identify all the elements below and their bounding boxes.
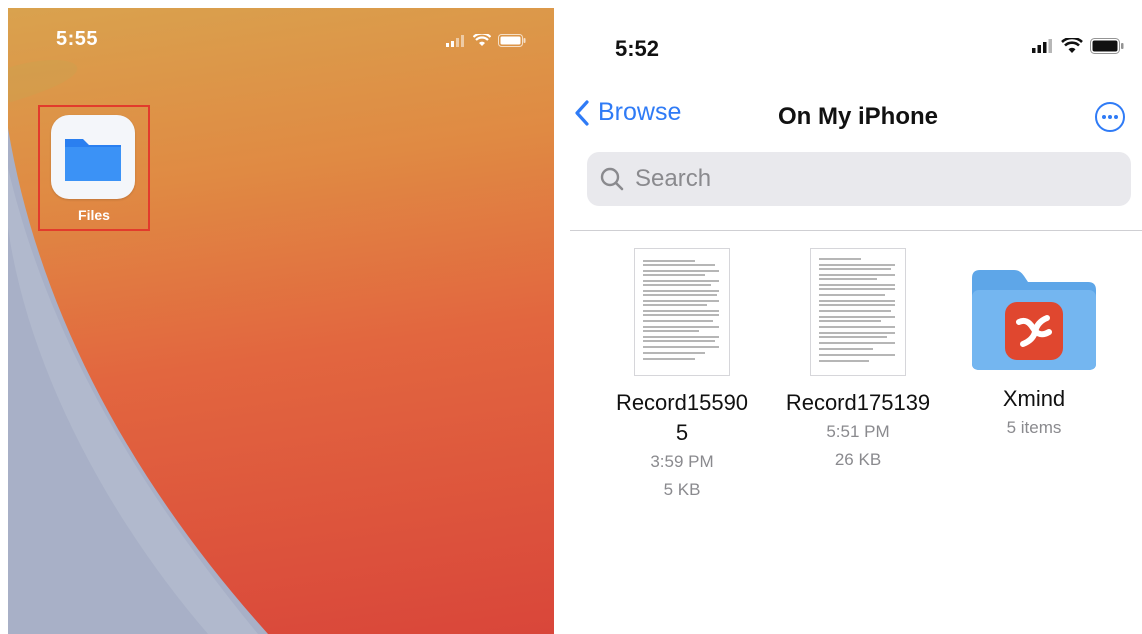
battery-icon — [498, 34, 526, 47]
file-item-record155905[interactable]: Record15590 5 3:59 PM 5 KB — [597, 248, 767, 504]
home-screen: 5:55 Files — [8, 8, 554, 634]
document-preview-icon — [643, 260, 719, 360]
xmind-logo-icon — [1005, 302, 1063, 360]
status-clock: 5:52 — [615, 36, 660, 61]
search-icon — [600, 167, 624, 191]
file-name-line1: Record15590 — [615, 390, 749, 415]
battery-icon — [1090, 38, 1124, 54]
divider — [570, 230, 1142, 231]
browse-back-button[interactable]: Browse — [574, 98, 681, 127]
signal-icon — [1032, 39, 1052, 53]
wallpaper — [8, 60, 268, 634]
signal-icon — [446, 34, 464, 47]
document-thumbnail — [810, 248, 906, 376]
file-name-line2: 5 — [675, 420, 689, 445]
search-bar[interactable] — [587, 152, 1131, 206]
folder-thumbnail — [970, 268, 1098, 372]
folder-item-xmind[interactable]: Xmind 5 items — [949, 248, 1119, 442]
search-input[interactable] — [633, 164, 1097, 194]
status-icons — [1032, 38, 1124, 54]
folder-item-count: 5 items — [1006, 418, 1062, 437]
page-title: On My iPhone — [777, 103, 938, 130]
chevron-left-icon — [575, 99, 589, 126]
files-app-label: Files — [78, 207, 110, 223]
folder-name: Xmind — [1002, 386, 1066, 411]
file-time: 3:59 PM — [650, 452, 714, 471]
home-status-bar: 5:55 — [8, 8, 554, 78]
files-app-icon[interactable] — [51, 115, 135, 199]
document-thumbnail — [634, 248, 730, 376]
file-size: 5 KB — [663, 480, 701, 499]
folder-icon — [65, 139, 121, 181]
home-clock: 5:55 — [56, 28, 99, 50]
home-status-icons — [446, 34, 526, 47]
wifi-icon — [1061, 38, 1083, 53]
more-options-icon[interactable] — [1094, 101, 1126, 133]
files-screen: 5:52 Browse On My iPhone Search Record15… — [570, 0, 1142, 634]
file-name: Record15590 5 — [597, 388, 767, 448]
browse-label: Browse — [598, 98, 682, 126]
file-item-record175139[interactable]: Record175139 5:51 PM 26 KB — [773, 248, 943, 474]
wifi-icon — [473, 34, 491, 46]
file-name: Record175139 — [785, 390, 931, 415]
files-app-highlight[interactable]: Files — [38, 105, 150, 231]
file-size: 26 KB — [834, 450, 882, 469]
file-time: 5:51 PM — [826, 422, 890, 441]
document-preview-icon — [819, 258, 895, 362]
